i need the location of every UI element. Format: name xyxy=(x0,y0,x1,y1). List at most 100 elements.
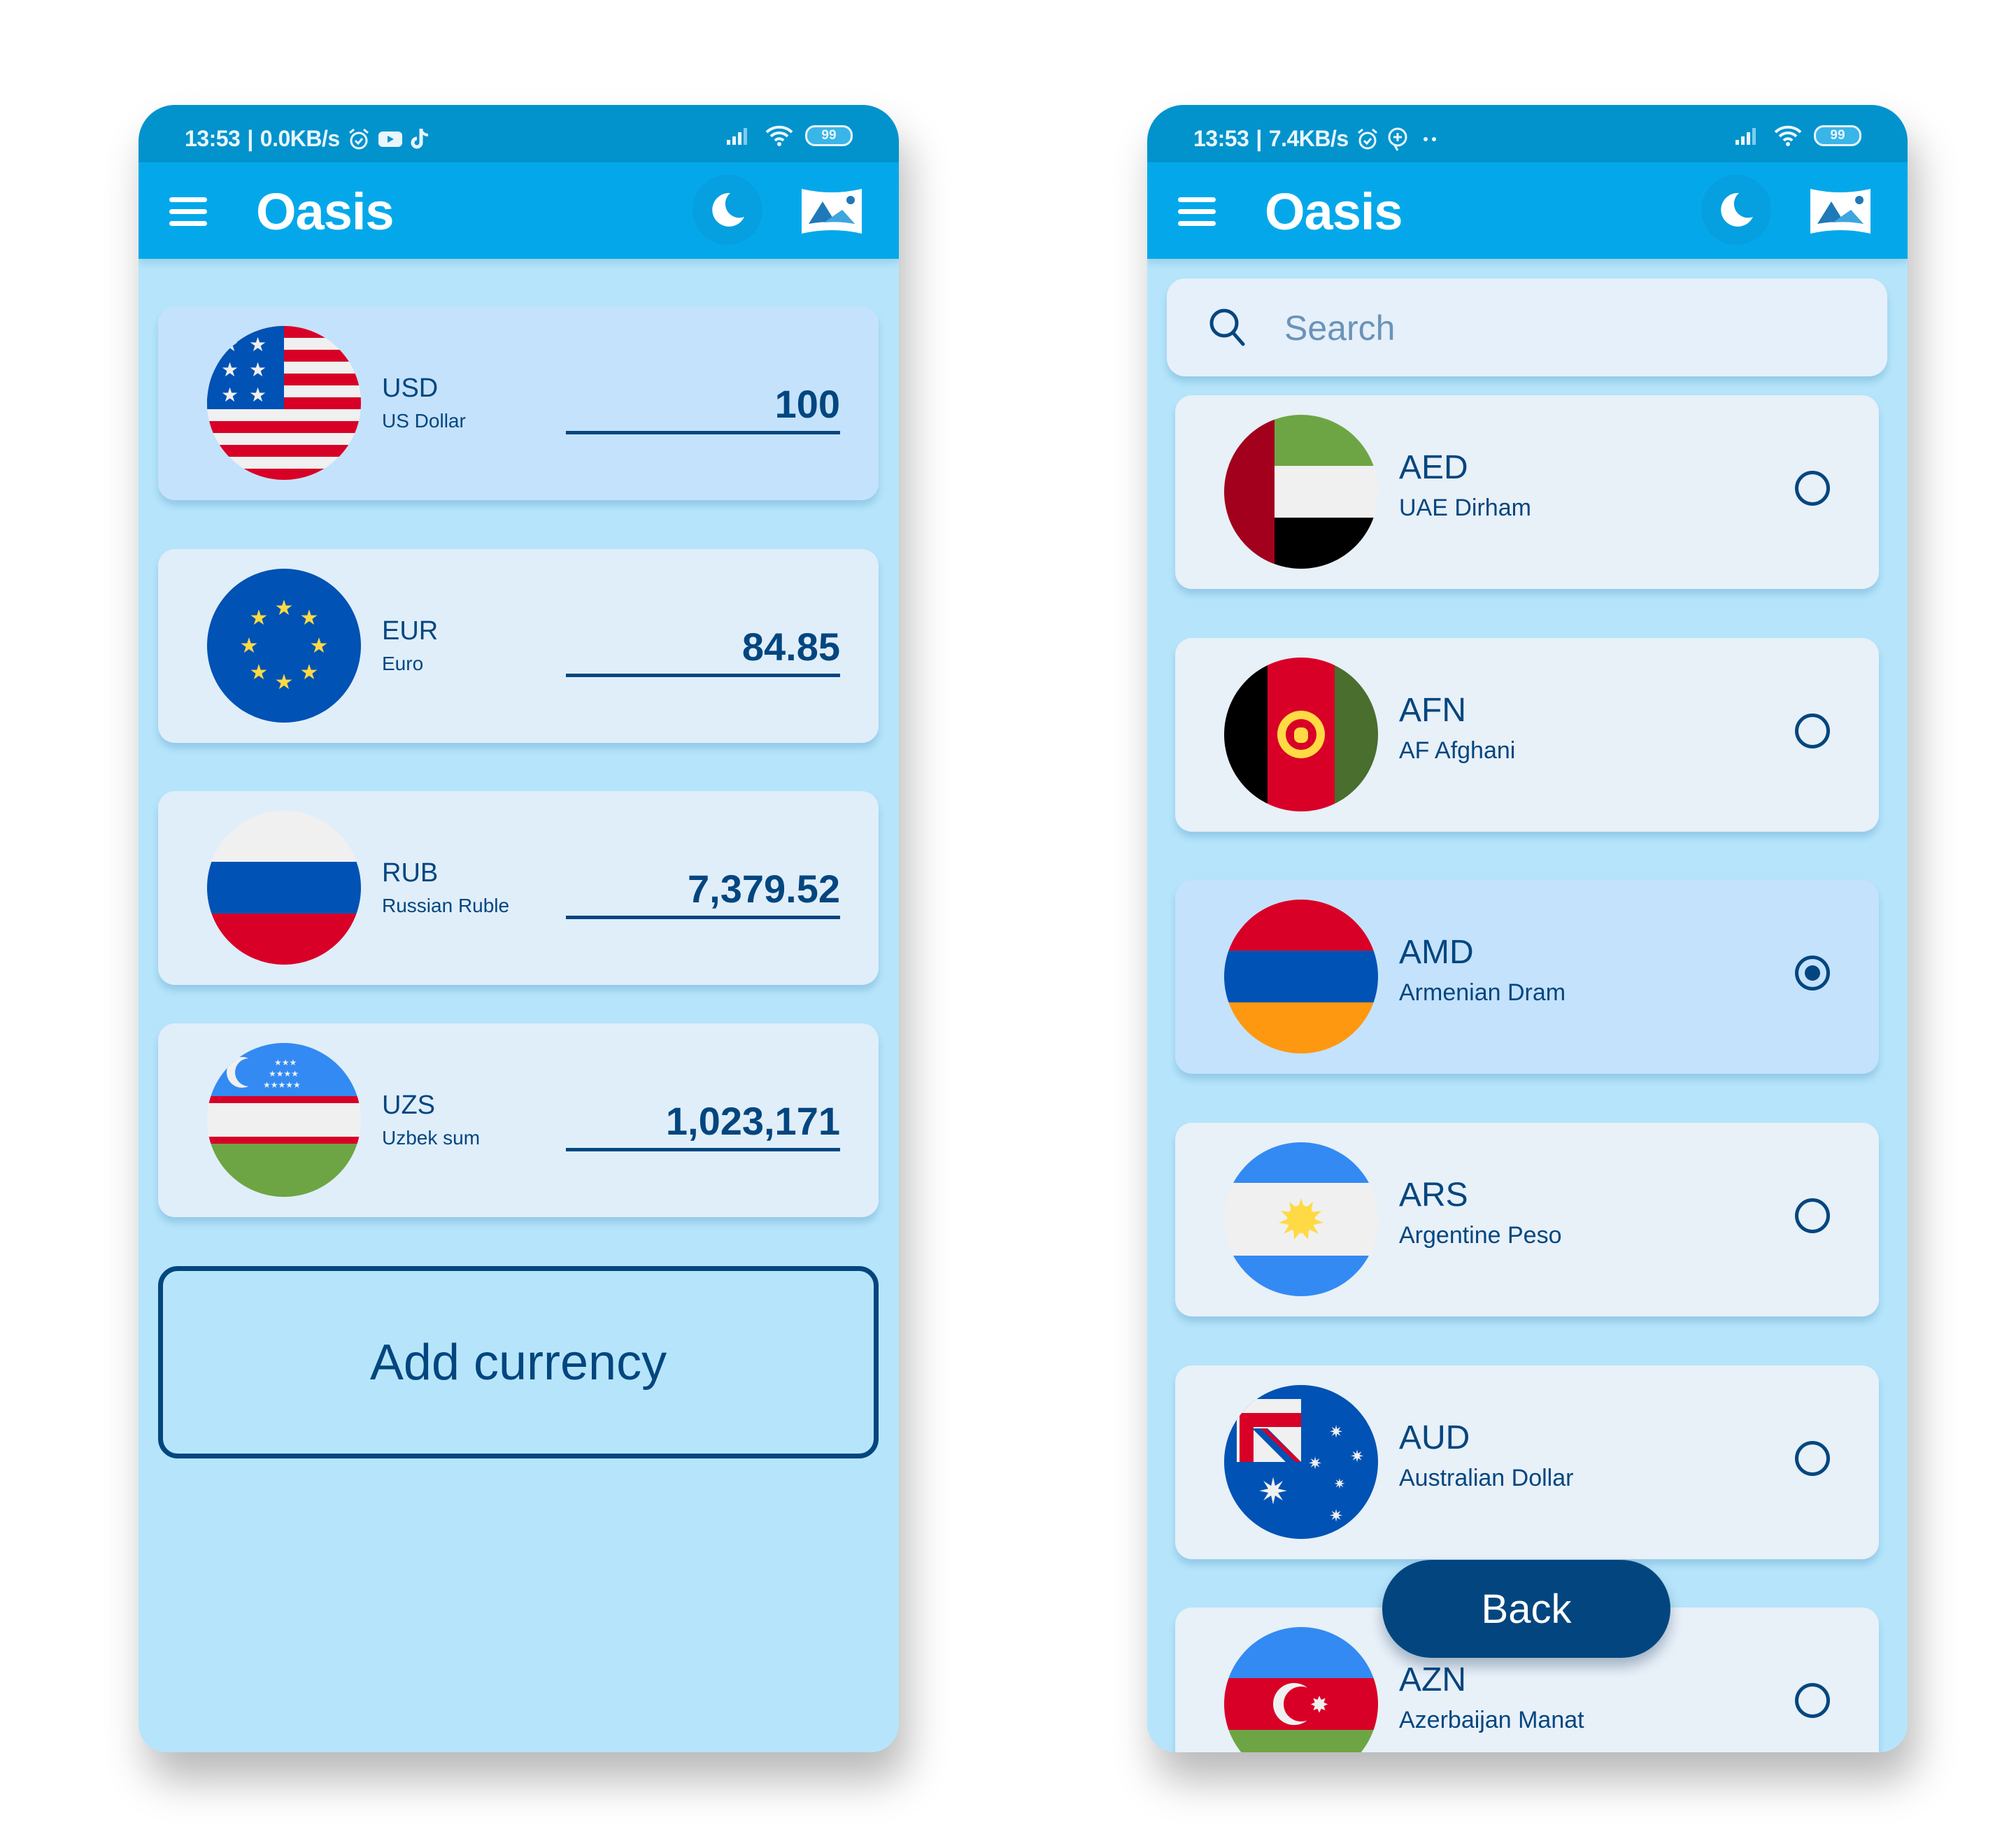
currency-code: AMD xyxy=(1399,934,1474,971)
currency-card-uzs[interactable]: ★★★ ★★★★ ★★★★★ UZS Uzbek sum xyxy=(158,1023,879,1217)
svg-text:✷: ✷ xyxy=(1258,1471,1289,1513)
currency-option-aed[interactable]: AED UAE Dirham xyxy=(1175,395,1879,589)
eu-flag-icon: ★ ★ ★ ★ ★ ★ ★ ★ xyxy=(207,569,361,723)
amount-input-eur[interactable] xyxy=(566,619,840,677)
currency-name: Armenian Dram xyxy=(1399,979,1566,1006)
search-icon xyxy=(1209,308,1245,346)
currency-card-rub[interactable]: RUB Russian Ruble xyxy=(158,791,879,985)
svg-text:★: ★ xyxy=(249,358,267,381)
currency-name: Argentine Peso xyxy=(1399,1222,1562,1249)
svg-text:★: ★ xyxy=(275,670,294,695)
search-bar xyxy=(1167,278,1887,376)
theme-toggle-button[interactable] xyxy=(1701,175,1771,245)
currency-card-eur[interactable]: ★ ★ ★ ★ ★ ★ ★ ★ EUR Euro xyxy=(158,549,879,743)
amount-input-rub[interactable] xyxy=(566,861,840,919)
currency-option-afn[interactable]: AFN AF Afghani xyxy=(1175,638,1879,832)
uz-flag-icon: ★★★ ★★★★ ★★★★★ xyxy=(207,1043,361,1197)
hamburger-menu-icon[interactable] xyxy=(169,197,207,226)
landscape-image-icon[interactable] xyxy=(1808,185,1873,238)
us-flag-icon: ★ ★ ★ ★ ★ ★ xyxy=(207,326,361,480)
status-network-speed: 0.0KB/s xyxy=(260,126,340,151)
back-button[interactable]: Back xyxy=(1382,1560,1670,1658)
hamburger-menu-icon[interactable] xyxy=(1178,197,1216,226)
battery-indicator: 99 xyxy=(805,125,853,146)
currency-code: AUD xyxy=(1399,1419,1470,1456)
svg-text:✷: ✷ xyxy=(1329,1422,1343,1442)
currency-card-usd[interactable]: ★ ★ ★ ★ ★ ★ USD US Dollar xyxy=(158,306,879,500)
svg-text:★: ★ xyxy=(221,358,239,381)
svg-text:★: ★ xyxy=(221,333,239,356)
svg-text:★: ★ xyxy=(300,606,319,630)
svg-text:★★★: ★★★ xyxy=(274,1058,297,1067)
currency-code: AED xyxy=(1399,449,1468,486)
alarm-icon xyxy=(348,128,369,149)
alarm-icon xyxy=(1357,128,1377,149)
svg-text:★★★★: ★★★★ xyxy=(269,1069,299,1079)
svg-text:★★★★★: ★★★★★ xyxy=(263,1080,301,1090)
status-time: 13:53 xyxy=(1193,126,1249,151)
currency-name: Russian Ruble xyxy=(382,895,510,916)
currency-picker-screen: 13:53 | 7.4KB/s 99 Oasis Search AED UAE … xyxy=(1147,105,1908,1752)
app-title: Oasis xyxy=(1265,183,1403,241)
currency-name: Uzbek sum xyxy=(382,1127,481,1149)
svg-text:✷: ✷ xyxy=(1334,1475,1346,1492)
status-time: 13:53 xyxy=(185,126,241,151)
status-network-speed: 7.4KB/s xyxy=(1268,126,1349,151)
more-dots-icon xyxy=(1423,136,1436,141)
amount-input-usd[interactable] xyxy=(566,376,840,434)
svg-text:★: ★ xyxy=(249,383,267,406)
currency-name: AF Afghani xyxy=(1399,737,1516,764)
radio-button-aud[interactable] xyxy=(1795,1441,1830,1476)
add-currency-button[interactable]: Add currency xyxy=(158,1266,879,1458)
svg-text:★: ★ xyxy=(300,660,319,685)
landscape-image-icon[interactable] xyxy=(799,185,865,238)
app-bar: Oasis xyxy=(139,162,899,259)
currency-option-amd[interactable]: AMD Armenian Dram xyxy=(1175,880,1879,1074)
converter-screen: 13:53 | 0.0KB/s 99 Oasis ★ ★ ★ ★ ★ ★ USD… xyxy=(139,105,899,1752)
svg-text:★: ★ xyxy=(249,333,267,356)
radio-selected-dot xyxy=(1805,965,1820,981)
battery-indicator: 99 xyxy=(1814,125,1861,146)
az-flag-icon: ✸ xyxy=(1224,1627,1378,1752)
svg-text:★: ★ xyxy=(240,634,259,658)
status-divider: | xyxy=(247,126,253,151)
signal-icon xyxy=(1735,128,1756,145)
status-bar: 13:53 | 7.4KB/s 99 xyxy=(1147,105,1908,162)
ar-flag-icon xyxy=(1224,1142,1378,1296)
ru-flag-icon xyxy=(207,811,361,965)
svg-text:✷: ✷ xyxy=(1329,1506,1343,1526)
search-input[interactable] xyxy=(1283,299,1859,357)
radio-button-azn[interactable] xyxy=(1795,1683,1830,1718)
currency-code: EUR xyxy=(382,616,439,646)
youtube-icon xyxy=(378,131,402,147)
wifi-icon xyxy=(765,125,793,146)
au-flag-icon: ✷ ✷ ✷ ✷ ✷ ✷ xyxy=(1224,1385,1378,1539)
theme-toggle-button[interactable] xyxy=(693,175,762,245)
moon-icon xyxy=(712,192,744,227)
svg-text:★: ★ xyxy=(250,606,269,630)
radio-button-amd-selected[interactable] xyxy=(1795,956,1830,991)
svg-text:✷: ✷ xyxy=(1350,1447,1364,1466)
currency-option-ars[interactable]: ARS Argentine Peso xyxy=(1175,1123,1879,1316)
currency-code: RUB xyxy=(382,858,439,888)
amount-input-uzs[interactable] xyxy=(566,1093,840,1151)
tiktok-icon xyxy=(411,128,428,148)
currency-code: USD xyxy=(382,374,439,403)
radio-button-aed[interactable] xyxy=(1795,471,1830,506)
app-title: Oasis xyxy=(256,183,395,241)
currency-name: UAE Dirham xyxy=(1399,495,1531,521)
ae-flag-icon xyxy=(1224,415,1378,569)
radio-button-ars[interactable] xyxy=(1795,1198,1830,1233)
moon-icon xyxy=(1721,192,1753,227)
app-bar: Oasis xyxy=(1147,162,1908,259)
svg-text:★: ★ xyxy=(221,383,239,406)
radio-button-afn[interactable] xyxy=(1795,713,1830,748)
wifi-icon xyxy=(1774,125,1802,146)
currency-name: Azerbaijan Manat xyxy=(1399,1707,1584,1733)
currency-name: US Dollar xyxy=(382,410,466,432)
currency-name: Australian Dollar xyxy=(1399,1465,1574,1491)
svg-text:★: ★ xyxy=(310,634,329,658)
currency-option-aud[interactable]: ✷ ✷ ✷ ✷ ✷ ✷ AUD Australian Dollar xyxy=(1175,1365,1879,1559)
currency-code: AZN xyxy=(1399,1661,1466,1698)
signal-icon xyxy=(727,128,747,145)
